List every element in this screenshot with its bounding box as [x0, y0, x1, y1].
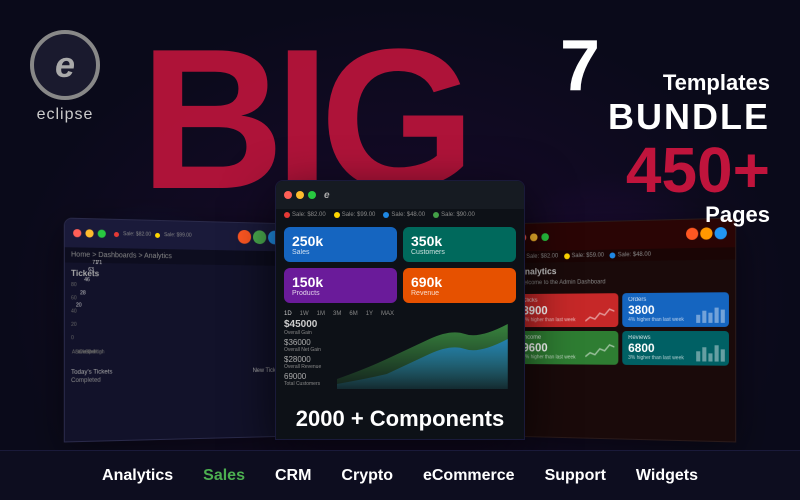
- nav-support[interactable]: Support: [545, 467, 606, 485]
- close-dot: [73, 229, 81, 237]
- nav-ecommerce[interactable]: eCommerce: [423, 467, 515, 485]
- expand-dot-mid: [308, 191, 316, 199]
- stat-1: Sale: $82.00: [284, 212, 326, 218]
- minimize-dot-right: [530, 233, 538, 241]
- right-dashboard: Sale: $82.00 Sale: $59.00 Sale: $48.00 A…: [510, 218, 736, 443]
- bundle-info: 7 Templates BUNDLE 450+ Pages: [560, 30, 770, 228]
- logo-area: e eclipse: [30, 30, 100, 124]
- bundle-pages-number: 450+: [560, 138, 770, 202]
- close-dot-mid: [284, 191, 292, 199]
- stat-2: Sale: $99.00: [334, 212, 376, 218]
- left-dash-header: Sale: $82.00 Sale: $99.00: [65, 219, 289, 252]
- nav-sales[interactable]: Sales: [203, 467, 245, 485]
- metric-sales: 250k Sales: [284, 227, 397, 262]
- nav-crypto[interactable]: Crypto: [341, 467, 393, 485]
- minimize-dot: [85, 229, 93, 237]
- logo-icon: e: [30, 30, 100, 100]
- bundle-label: BUNDLE: [608, 96, 770, 138]
- r-stat-3: Sale: $48.00: [610, 252, 651, 259]
- metric-revenue: 690k Revenue: [403, 268, 516, 303]
- stat-3: Sale: $48.00: [383, 212, 425, 218]
- nav-widgets[interactable]: Widgets: [636, 467, 698, 485]
- r-stat-2: Sale: $59.00: [564, 253, 604, 260]
- income-card: Income 9600 5% higher than last week: [517, 331, 618, 365]
- tickets-label: Tickets: [71, 269, 283, 281]
- metric-products: 150k Products: [284, 268, 397, 303]
- area-chart: [337, 319, 508, 389]
- reviews-sparkline: [694, 341, 725, 361]
- metric-customers: 350k Customers: [403, 227, 516, 262]
- clicks-card: Clicks 8900 3% higher than last week: [517, 293, 618, 327]
- clicks-sparkline: [585, 303, 614, 323]
- completed-label: Completed: [71, 376, 283, 384]
- minimize-dot-mid: [296, 191, 304, 199]
- today-tickets-label: Today's Tickets: [71, 369, 112, 376]
- nav-analytics[interactable]: Analytics: [102, 467, 173, 485]
- left-dashboard: Sale: $82.00 Sale: $99.00 Home > Dashboa…: [64, 218, 290, 443]
- orders-sparkline: [694, 302, 725, 322]
- bundle-templates-label: Templates: [608, 70, 770, 96]
- bar-chart: 20 Active 28 Solved 46 Closed 63 Open: [79, 282, 99, 343]
- income-sparkline: [585, 341, 614, 361]
- bottom-navigation: Analytics Sales CRM Crypto eCommerce Sup…: [0, 450, 800, 500]
- nav-crm[interactable]: CRM: [275, 467, 311, 485]
- logo-name: eclipse: [37, 106, 94, 124]
- expand-dot-right: [541, 233, 549, 241]
- middle-dash-header: e: [276, 181, 524, 209]
- left-dash-content: Tickets 80 60 40 20 0 20 Active: [65, 263, 289, 391]
- expand-dot: [98, 230, 106, 238]
- bundle-number: 7: [560, 30, 600, 102]
- reviews-card: Reviews 6800 3% higher than last week: [622, 331, 729, 366]
- stat-4: Sale: $90.00: [433, 212, 475, 218]
- analytics-cards: Clicks 8900 3% higher than last week Ord…: [511, 288, 735, 370]
- middle-dashboard: e Sale: $82.00 Sale: $99.00 Sale: $48.00…: [275, 180, 525, 440]
- orders-card: Orders 3800 4% higher than last week: [622, 292, 729, 327]
- middle-dash-stats: Sale: $82.00 Sale: $99.00 Sale: $48.00 S…: [276, 209, 524, 221]
- components-label: 2000 + Components: [296, 406, 504, 432]
- metric-cards: 250k Sales 350k Customers 150k Products …: [276, 221, 524, 309]
- middle-dash-logo: e: [324, 190, 330, 201]
